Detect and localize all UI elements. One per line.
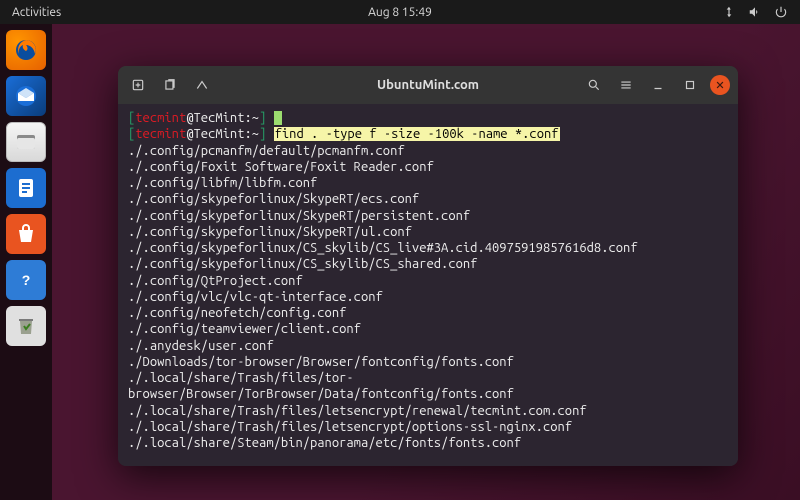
minimize-button[interactable] bbox=[646, 73, 670, 97]
output-line: ./.config/neofetch/config.conf bbox=[128, 305, 728, 321]
terminal-output: ./.config/pcmanfm/default/pcmanfm.conf./… bbox=[128, 143, 728, 452]
terminal-body[interactable]: [tecmint@TecMint:~] [tecmint@TecMint:~] … bbox=[118, 104, 738, 466]
dock: ? bbox=[0, 24, 52, 500]
search-button[interactable] bbox=[582, 73, 606, 97]
volume-icon bbox=[748, 5, 762, 19]
output-line: ./.config/skypeforlinux/SkypeRT/ul.conf bbox=[128, 224, 728, 240]
prompt-line-1: [tecmint@TecMint:~] bbox=[128, 111, 282, 125]
output-line: ./.config/skypeforlinux/SkypeRT/persiste… bbox=[128, 208, 728, 224]
output-line: ./.config/libfm/libfm.conf bbox=[128, 175, 728, 191]
dock-thunderbird[interactable] bbox=[6, 76, 46, 116]
dock-firefox[interactable] bbox=[6, 30, 46, 70]
output-line: ./.config/QtProject.conf bbox=[128, 273, 728, 289]
output-line: ./.config/teamviewer/client.conf bbox=[128, 321, 728, 337]
dock-document[interactable] bbox=[6, 168, 46, 208]
output-line: ./.local/share/Trash/files/letsencrypt/r… bbox=[128, 403, 728, 419]
output-line: ./.config/skypeforlinux/SkypeRT/ecs.conf bbox=[128, 191, 728, 207]
svg-text:?: ? bbox=[22, 272, 31, 288]
prompt-line-2: [tecmint@TecMint:~] find . -type f -size… bbox=[128, 127, 560, 141]
clock[interactable]: Aug 8 15:49 bbox=[368, 6, 432, 19]
dock-trash[interactable] bbox=[6, 306, 46, 346]
dock-files[interactable] bbox=[6, 122, 46, 162]
output-line: ./Downloads/tor-browser/Browser/fontconf… bbox=[128, 354, 728, 370]
power-icon bbox=[774, 5, 788, 19]
menu-extra-button[interactable] bbox=[190, 73, 214, 97]
output-line: ./.config/skypeforlinux/CS_skylib/CS_liv… bbox=[128, 240, 728, 256]
new-tab-button[interactable] bbox=[126, 73, 150, 97]
close-button[interactable] bbox=[710, 75, 730, 95]
window-title: UbuntuMint.com bbox=[377, 78, 479, 92]
hamburger-menu-button[interactable] bbox=[614, 73, 638, 97]
maximize-button[interactable] bbox=[678, 73, 702, 97]
terminal-window: UbuntuMint.com [tecmint@TecMint:~] [tecm… bbox=[118, 66, 738, 466]
cursor-icon bbox=[274, 111, 282, 125]
output-line: ./.config/Foxit Software/Foxit Reader.co… bbox=[128, 159, 728, 175]
output-line: ./.local/share/Steam/bin/panorama/etc/fo… bbox=[128, 435, 728, 451]
network-icon bbox=[722, 5, 736, 19]
output-line: ./.anydesk/user.conf bbox=[128, 338, 728, 354]
output-line: ./.config/skypeforlinux/CS_skylib/CS_sha… bbox=[128, 256, 728, 272]
output-line: ./.local/share/Trash/files/tor-browser/B… bbox=[128, 370, 728, 403]
top-panel: Activities Aug 8 15:49 bbox=[0, 0, 800, 24]
system-tray[interactable] bbox=[722, 5, 788, 19]
output-line: ./.config/pcmanfm/default/pcmanfm.conf bbox=[128, 143, 728, 159]
output-line: ./.local/share/Trash/files/letsencrypt/o… bbox=[128, 419, 728, 435]
dock-help[interactable]: ? bbox=[6, 260, 46, 300]
dock-software[interactable] bbox=[6, 214, 46, 254]
command-text: find . -type f -size -100k -name *.conf bbox=[274, 127, 560, 141]
output-line: ./.config/vlc/vlc-qt-interface.conf bbox=[128, 289, 728, 305]
titlebar[interactable]: UbuntuMint.com bbox=[118, 66, 738, 104]
new-window-button[interactable] bbox=[158, 73, 182, 97]
activities-button[interactable]: Activities bbox=[12, 6, 61, 19]
